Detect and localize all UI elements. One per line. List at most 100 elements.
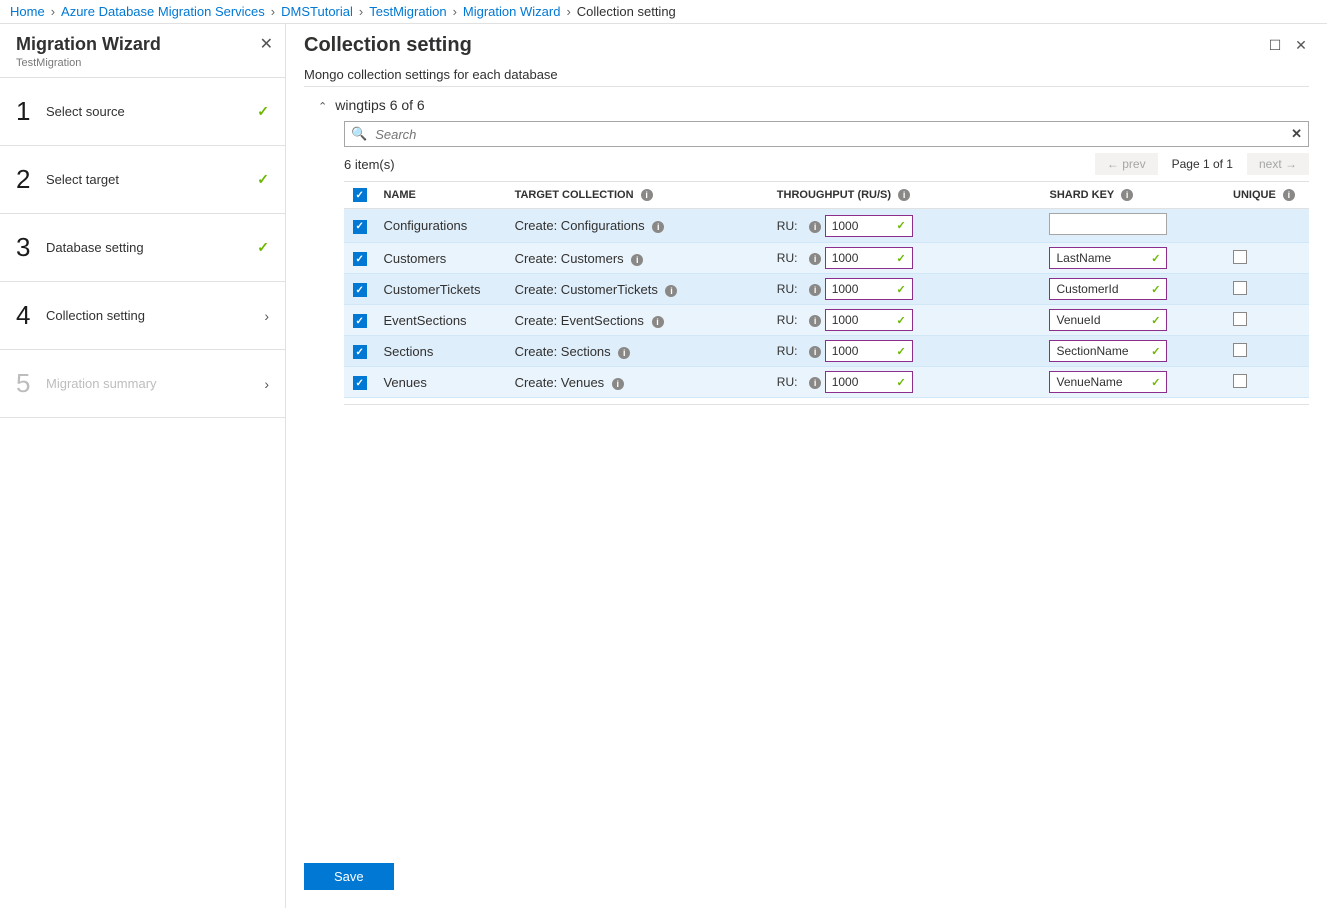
info-icon[interactable]: i — [809, 377, 821, 389]
target-collection: Create: CustomerTickets — [515, 282, 658, 297]
row-checkbox[interactable]: ✓ — [353, 376, 367, 390]
pager: ← prev Page 1 of 1 next → — [1095, 153, 1309, 175]
unique-checkbox[interactable] — [1233, 343, 1247, 357]
throughput-input[interactable]: 1000✓ — [825, 371, 913, 393]
info-icon[interactable]: i — [809, 284, 821, 296]
search-box[interactable]: 🔍 ✕ — [344, 121, 1309, 147]
info-icon[interactable]: i — [631, 254, 643, 266]
collection-name: Customers — [375, 243, 506, 274]
target-collection: Create: EventSections — [515, 313, 644, 328]
collection-name: Configurations — [375, 209, 506, 243]
column-header-name[interactable]: NAME — [375, 182, 506, 209]
shard-key-input[interactable]: VenueName✓ — [1049, 371, 1167, 393]
wizard-step-select-source[interactable]: 1 Select source ✓ — [0, 78, 285, 146]
unique-checkbox[interactable] — [1233, 374, 1247, 388]
chevron-right-icon: › — [453, 4, 457, 19]
check-icon: ✓ — [257, 171, 269, 188]
unique-checkbox[interactable] — [1233, 281, 1247, 295]
search-input[interactable] — [373, 126, 1285, 143]
table-row: ✓ Sections Create: Sections i RU: i 1000… — [344, 336, 1309, 367]
info-icon[interactable]: i — [898, 189, 910, 201]
info-icon[interactable]: i — [665, 285, 677, 297]
breadcrumb-link[interactable]: Home — [10, 4, 45, 19]
shard-key-input[interactable]: VenueId✓ — [1049, 309, 1167, 331]
valid-icon: ✓ — [1151, 252, 1160, 265]
clear-search-icon[interactable]: ✕ — [1291, 126, 1302, 142]
column-header-unique[interactable]: UNIQUE — [1233, 189, 1276, 201]
info-icon[interactable]: i — [652, 316, 664, 328]
prev-button[interactable]: ← prev — [1095, 153, 1158, 175]
collection-name: CustomerTickets — [375, 274, 506, 305]
page-subtitle: Mongo collection settings for each datab… — [304, 67, 1309, 87]
info-icon[interactable]: i — [809, 221, 821, 233]
chevron-up-icon: ⌄ — [318, 99, 327, 112]
valid-icon: ✓ — [1151, 283, 1160, 296]
step-number: 4 — [16, 300, 46, 331]
collection-name: Venues — [375, 367, 506, 398]
collection-name: Sections — [375, 336, 506, 367]
info-icon[interactable]: i — [652, 221, 664, 233]
row-checkbox[interactable]: ✓ — [353, 252, 367, 266]
valid-icon: ✓ — [896, 219, 905, 232]
row-checkbox[interactable]: ✓ — [353, 345, 367, 359]
database-accordion-header[interactable]: ⌄ wingtips 6 of 6 — [304, 93, 1309, 121]
step-number: 5 — [16, 368, 46, 399]
close-icon[interactable]: ✕ — [260, 34, 273, 54]
throughput-input[interactable]: 1000✓ — [825, 340, 913, 362]
wizard-step-select-target[interactable]: 2 Select target ✓ — [0, 146, 285, 214]
throughput-input[interactable]: 1000✓ — [825, 309, 913, 331]
ru-label: RU: — [777, 251, 798, 265]
breadcrumb-link[interactable]: Azure Database Migration Services — [61, 4, 265, 19]
breadcrumb-link[interactable]: Migration Wizard — [463, 4, 561, 19]
info-icon[interactable]: i — [809, 253, 821, 265]
shard-key-input[interactable]: SectionName✓ — [1049, 340, 1167, 362]
column-header-target[interactable]: TARGET COLLECTION — [515, 189, 634, 201]
valid-icon: ✓ — [896, 283, 905, 296]
breadcrumb-link[interactable]: TestMigration — [369, 4, 446, 19]
save-button[interactable]: Save — [304, 863, 394, 890]
valid-icon: ✓ — [896, 345, 905, 358]
select-all-checkbox[interactable]: ✓ — [353, 188, 367, 202]
throughput-input[interactable]: 1000✓ — [825, 215, 913, 237]
shard-key-input[interactable]: LastName✓ — [1049, 247, 1167, 269]
shard-key-input[interactable] — [1049, 213, 1167, 235]
table-row: ✓ Venues Create: Venues i RU: i 1000✓ Ve… — [344, 367, 1309, 398]
main-panel: Collection setting ☐ ✕ Mongo collection … — [286, 24, 1327, 908]
info-icon[interactable]: i — [809, 315, 821, 327]
next-button[interactable]: next → — [1247, 153, 1309, 175]
row-checkbox[interactable]: ✓ — [353, 283, 367, 297]
table-row: ✓ EventSections Create: EventSections i … — [344, 305, 1309, 336]
chevron-right-icon: › — [264, 308, 269, 324]
breadcrumb-link[interactable]: DMSTutorial — [281, 4, 353, 19]
info-icon[interactable]: i — [1283, 189, 1295, 201]
ru-label: RU: — [777, 313, 798, 327]
step-number: 3 — [16, 232, 46, 263]
unique-checkbox[interactable] — [1233, 250, 1247, 264]
wizard-step-collection-setting[interactable]: 4 Collection setting › — [0, 282, 285, 350]
chevron-right-icon: › — [566, 4, 570, 19]
info-icon[interactable]: i — [1121, 189, 1133, 201]
wizard-step-migration-summary[interactable]: 5 Migration summary › — [0, 350, 285, 418]
wizard-step-database-setting[interactable]: 3 Database setting ✓ — [0, 214, 285, 282]
throughput-input[interactable]: 1000✓ — [825, 247, 913, 269]
row-checkbox[interactable]: ✓ — [353, 220, 367, 234]
row-checkbox[interactable]: ✓ — [353, 314, 367, 328]
maximize-icon[interactable]: ☐ — [1267, 38, 1283, 54]
target-collection: Create: Venues — [515, 375, 605, 390]
throughput-input[interactable]: 1000✓ — [825, 278, 913, 300]
column-header-shard[interactable]: SHARD KEY — [1049, 189, 1114, 201]
check-icon: ✓ — [257, 103, 269, 120]
search-icon: 🔍 — [351, 126, 367, 142]
info-icon[interactable]: i — [809, 346, 821, 358]
column-header-throughput[interactable]: THROUGHPUT (RU/S) — [777, 189, 891, 201]
unique-checkbox[interactable] — [1233, 312, 1247, 326]
valid-icon: ✓ — [1151, 376, 1160, 389]
close-icon[interactable]: ✕ — [1293, 38, 1309, 54]
info-icon[interactable]: i — [618, 347, 630, 359]
table-row: ✓ Customers Create: Customers i RU: i 10… — [344, 243, 1309, 274]
collections-table: ✓ NAME TARGET COLLECTION i THROUGHPUT (R… — [344, 181, 1309, 398]
info-icon[interactable]: i — [641, 189, 653, 201]
shard-key-input[interactable]: CustomerId✓ — [1049, 278, 1167, 300]
info-icon[interactable]: i — [612, 378, 624, 390]
item-count: 6 item(s) — [344, 157, 395, 172]
